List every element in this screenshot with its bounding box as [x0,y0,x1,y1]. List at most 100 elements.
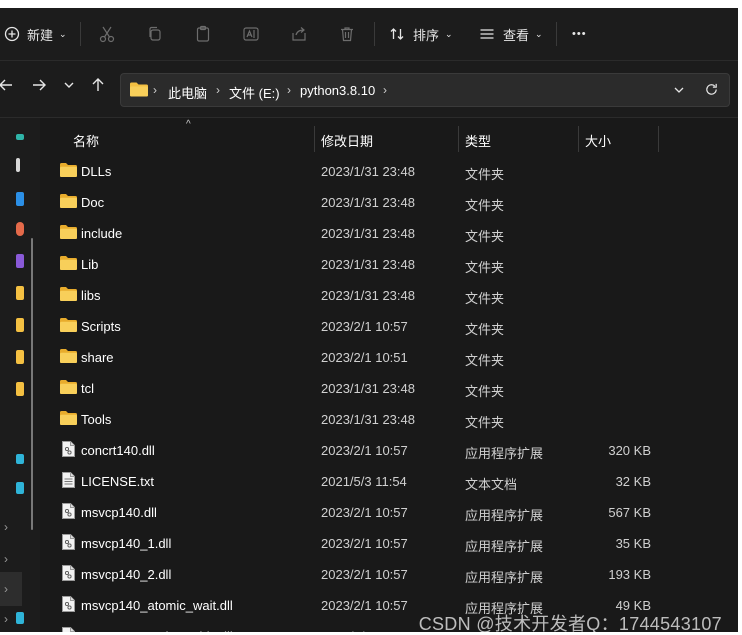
nav-pane-folder-icon[interactable] [16,318,24,332]
table-row[interactable]: msvcp140_2.dll 2023/2/1 10:57 应用程序扩展 193 KB [40,559,738,590]
forward-arrow-icon [31,77,47,98]
table-row[interactable]: Lib 2023/1/31 23:48 文件夹 [40,249,738,280]
delete-button[interactable] [338,8,356,60]
chevron-down-icon [63,78,75,96]
new-label: 新建 [27,27,54,43]
rename-button[interactable] [242,8,260,60]
share-icon [290,25,308,43]
up-button[interactable] [88,77,108,97]
column-divider[interactable] [658,126,659,152]
nav-pane-folder-icon[interactable] [16,350,24,364]
refresh-button[interactable] [704,82,719,100]
nav-pane-item-icon[interactable] [16,192,24,206]
column-header-type[interactable]: 类型 [465,131,491,150]
table-row[interactable]: include 2023/1/31 23:48 文件夹 [40,218,738,249]
back-arrow-icon [0,77,14,98]
folder-icon [60,287,77,304]
file-modified-date: 2023/2/1 10:57 [321,567,408,582]
table-row[interactable]: share 2023/2/1 10:51 文件夹 [40,342,738,373]
file-explorer-window: 新建 ⌄ 排序 ⌄ 查看 ⌄ ••• › 此电脑 › 文件 (E:) › pyt… [0,8,738,632]
file-name: Lib [81,257,99,272]
navigation-row: › 此电脑 › 文件 (E:) › python3.8.10 › [0,61,738,118]
nav-pane-folder-icon[interactable] [16,286,24,300]
file-name: concrt140.dll [81,443,155,458]
column-header-size[interactable]: 大小 [585,131,611,150]
file-name: msvcp140_1.dll [81,536,172,551]
folder-icon [60,380,77,397]
column-header-modified[interactable]: 修改日期 [321,131,373,150]
folder-icon [60,411,77,428]
file-list: ^ 名称 修改日期 类型 大小 DLLs 2023/1/31 23:48 文件夹 Do… [40,118,738,632]
trash-icon [338,25,356,43]
file-size: 193 KB [608,567,651,582]
chevron-right-icon[interactable]: › [4,520,8,534]
file-size: 35 KB [615,536,651,551]
column-divider[interactable] [578,126,579,152]
table-row[interactable]: libs 2023/1/31 23:48 文件夹 [40,280,738,311]
forward-button[interactable] [29,77,49,97]
recent-locations-button[interactable] [59,77,79,97]
table-row[interactable]: Scripts 2023/2/1 10:57 文件夹 [40,311,738,342]
nav-pane-item-icon[interactable] [16,158,20,172]
nav-pane-folder-icon[interactable] [16,382,24,396]
file-size: 32 KB [615,474,651,489]
copy-button[interactable] [146,8,164,60]
column-divider[interactable] [314,126,315,152]
table-row[interactable]: Doc 2023/1/31 23:48 文件夹 [40,187,738,218]
view-label: 查看 [503,27,530,43]
cut-button[interactable] [98,8,116,60]
table-row[interactable]: DLLs 2023/1/31 23:48 文件夹 [40,156,738,187]
breadcrumb-python-folder[interactable]: python3.8.10 [300,83,375,98]
chevron-right-icon[interactable]: › [4,612,8,626]
file-name: msvcp140_atomic_wait.dll [81,598,233,613]
folder-icon [60,225,77,242]
table-row[interactable]: Tools 2023/1/31 23:48 文件夹 [40,404,738,435]
share-button[interactable] [290,8,308,60]
plus-circle-icon [4,26,20,42]
nav-pane-item-icon[interactable] [16,482,24,494]
file-type: 应用程序扩展 [465,508,544,523]
table-row[interactable]: msvcp140.dll 2023/2/1 10:57 应用程序扩展 567 KB [40,497,738,528]
file-size: 320 KB [608,443,651,458]
address-bar[interactable]: › 此电脑 › 文件 (E:) › python3.8.10 › [120,73,730,107]
file-modified-date: 2023/1/31 23:48 [321,257,415,272]
file-type: 文件夹 [465,384,505,399]
nav-pane-selected-item[interactable]: › [0,572,22,606]
breadcrumb-drive-e[interactable]: 文件 (E:) [229,83,280,102]
address-history-dropdown[interactable] [673,84,685,99]
chevron-down-icon [674,87,684,93]
more-options-button[interactable]: ••• [572,8,587,60]
view-lines-icon [479,26,495,42]
view-button[interactable]: 查看 ⌄ [479,8,543,60]
new-button[interactable]: 新建 ⌄ [4,8,67,60]
file-modified-date: 2023/1/31 23:48 [321,164,415,179]
file-name: msvcp140_2.dll [81,567,172,582]
nav-pane-scrollbar[interactable] [31,238,33,530]
column-header-row: ^ 名称 修改日期 类型 大小 [40,118,738,158]
breadcrumb-this-pc[interactable]: 此电脑 [168,83,207,102]
table-row[interactable]: msvcp140_1.dll 2023/2/1 10:57 应用程序扩展 35 KB [40,528,738,559]
watermark-text: CSDN @技术开发者Q：1744543107 [418,614,722,632]
file-modified-date: 2023/2/1 10:51 [321,350,408,365]
nav-pane-item-icon[interactable] [16,222,24,236]
paste-button[interactable] [194,8,212,60]
file-type: 文件夹 [465,260,505,275]
file-type: 应用程序扩展 [465,570,544,585]
back-button[interactable] [0,77,16,97]
sort-button[interactable]: 排序 ⌄ [389,8,453,60]
nav-pane-item-icon[interactable] [16,454,24,464]
file-type: 文件夹 [465,415,505,430]
file-name: libs [81,288,101,303]
dll-file-icon [62,596,75,615]
table-row[interactable]: tcl 2023/1/31 23:48 文件夹 [40,373,738,404]
column-divider[interactable] [458,126,459,152]
table-row[interactable]: concrt140.dll 2023/2/1 10:57 应用程序扩展 320 KB [40,435,738,466]
file-modified-date: 2023/2/1 10:57 [321,319,408,334]
nav-pane-item-icon[interactable] [16,134,24,140]
file-type: 文本文档 [465,477,518,492]
table-row[interactable]: LICENSE.txt 2021/5/3 11:54 文本文档 32 KB [40,466,738,497]
nav-pane-item-icon[interactable] [16,254,24,268]
nav-pane-item-icon[interactable] [16,612,24,624]
chevron-right-icon[interactable]: › [4,552,8,566]
column-header-name[interactable]: 名称 [73,131,99,150]
